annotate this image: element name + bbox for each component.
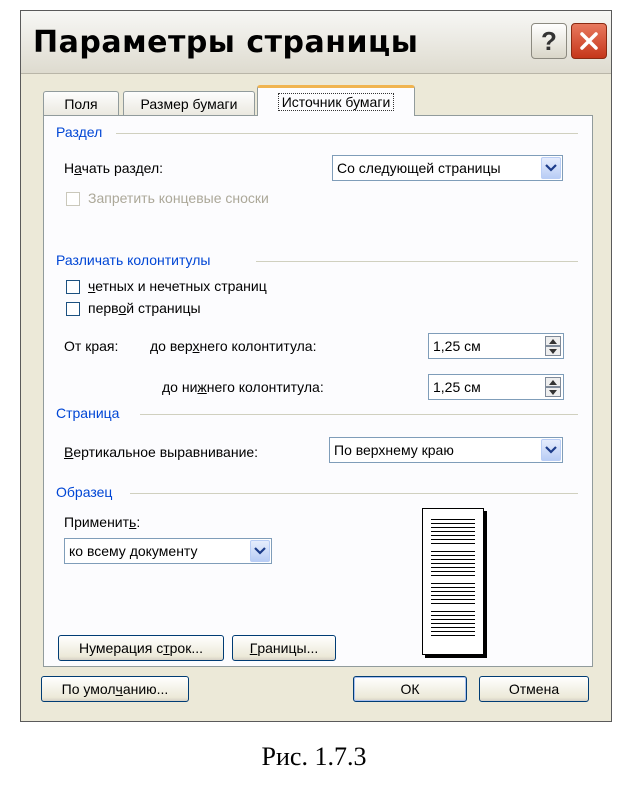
chevron-down-icon [545,164,557,172]
tab-label: Поля [64,95,98,112]
spin-up-button[interactable] [545,377,561,387]
page-group-title: Страница [56,405,126,421]
spin-down-button[interactable] [545,387,561,397]
preview-text-line [431,563,475,564]
spin-up-button[interactable] [545,336,561,346]
odd-even-checkbox[interactable] [66,280,80,294]
line-numbers-button[interactable]: Нумерация с т рок... [58,635,224,661]
preview-text-line [431,535,475,536]
header-distance-spinner[interactable]: 1,25 см [428,333,564,359]
preview-text-line [431,623,475,624]
help-button[interactable]: ? [531,23,567,59]
close-button[interactable] [571,23,607,59]
preview-text-line [431,595,475,596]
preview-text-line [431,543,475,544]
preview-text-line [431,555,475,556]
preview-text-line [431,615,475,616]
section-group-title: Раздел [56,124,109,140]
default-button[interactable]: По умол ч анию... [41,676,189,702]
chevron-down-icon [545,446,557,454]
preview-text-line [431,527,475,528]
cancel-button[interactable]: Отмена [479,676,589,702]
preview-text-line [431,519,475,520]
borders-button[interactable]: Границы... [232,635,336,661]
footer-distance-value: 1,25 см [433,379,481,395]
header-distance-label: до верхнего колонтитула: [150,338,317,354]
apply-to-value: ко всему документу [69,543,198,559]
footer-distance-spinner[interactable]: 1,25 см [428,374,564,400]
suppress-endnotes-checkbox[interactable] [66,192,80,206]
apply-to-label: Применить: [64,514,141,530]
preview-text-line [431,603,475,604]
tab-paper-source[interactable]: Источник бумаги [257,85,415,116]
dropdown-arrow[interactable] [541,439,561,461]
ok-button[interactable]: ОК [353,676,467,702]
odd-even-label: четных и нечетных страниц [88,278,267,294]
tab-paper-size[interactable]: Размер бумаги [123,91,255,115]
title-bar[interactable]: Параметры страницы ? [21,11,611,74]
start-section-label: Начать раздел: [64,160,164,176]
arrow-up-icon [549,338,557,344]
preview-text-line [431,627,475,628]
spin-down-button[interactable] [545,346,561,356]
preview-text-line [431,591,475,592]
figure-caption: Рис. 1.7.3 [261,742,367,771]
footer-distance-label: до нижнего колонтитула: [162,379,324,395]
preview-text-line [431,587,475,588]
group-divider [140,414,578,415]
start-section-select[interactable]: Со следующей страницы [332,155,563,181]
dropdown-arrow[interactable] [250,540,270,562]
tab-margins[interactable]: Поля [43,91,119,115]
tab-panel: Раздел Начать раздел: Со следующей стран… [43,115,593,667]
preview-text-line [431,611,475,612]
apply-to-select[interactable]: ко всему документу [64,538,272,564]
start-section-value: Со следующей страницы [337,160,501,176]
dialog-title: Параметры страницы [33,25,419,60]
group-divider [130,493,578,494]
group-divider [116,133,578,134]
preview-text-line [431,631,475,632]
preview-text-line [431,575,475,576]
preview-text-line [431,559,475,560]
preview-text-line [431,619,475,620]
first-page-label: первой страницы [88,300,201,316]
dropdown-arrow[interactable] [541,157,561,179]
preview-text-line [431,635,475,636]
preview-text-line [431,583,475,584]
arrow-up-icon [549,379,557,385]
preview-text-line [431,599,475,600]
first-page-checkbox[interactable] [66,302,80,316]
header-distance-value: 1,25 см [433,338,481,354]
vertical-alignment-label: Вертикальное выравнивание: [64,444,259,460]
tab-label: Размер бумаги [140,95,238,112]
page-preview [422,508,484,655]
preview-text-line [431,567,475,568]
group-divider [256,261,578,262]
page-setup-dialog: Параметры страницы ? Поля Размер бумаги … [20,10,612,722]
preview-group-title: Образец [56,484,119,500]
suppress-endnotes-label: Запретить концевые сноски [88,190,269,206]
tab-label: Источник бумаги [277,93,395,111]
preview-text-line [431,571,475,572]
arrow-down-icon [549,389,557,395]
vertical-alignment-select[interactable]: По верхнему краю [329,437,563,463]
preview-text-line [431,551,475,552]
chevron-down-icon [254,547,266,555]
preview-text-line [431,523,475,524]
preview-text-line [431,539,475,540]
vertical-alignment-value: По верхнему краю [334,442,454,458]
close-icon [580,32,598,50]
from-edge-label: От края: [64,338,119,354]
headers-group-title: Различать колонтитулы [56,252,217,268]
preview-text-line [431,531,475,532]
arrow-down-icon [549,348,557,354]
